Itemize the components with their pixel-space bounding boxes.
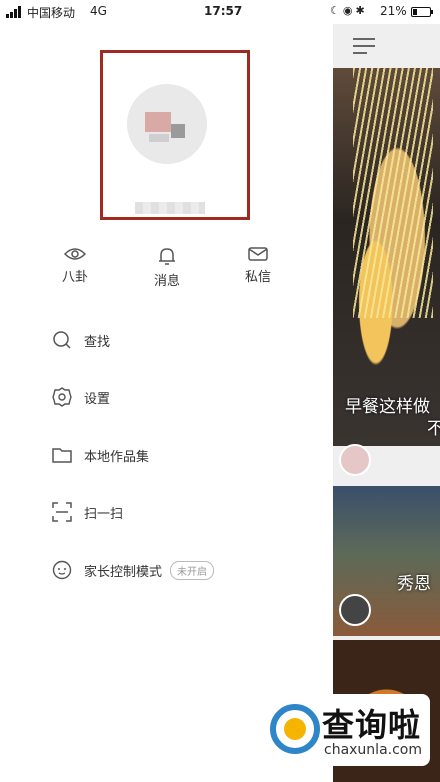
carrier-label: 中国移动 bbox=[27, 6, 76, 20]
menu-label-search: 查找 bbox=[84, 334, 111, 350]
scan-icon bbox=[52, 502, 72, 522]
battery-icon bbox=[411, 7, 433, 17]
side-drawer: 八卦 消息 私信 查找 设置 本地作品集 扫一扫 家长控制模式 未开启 bbox=[0, 24, 333, 782]
video-caption-2: 不 bbox=[427, 419, 440, 439]
mail-icon bbox=[248, 247, 268, 261]
direct-messages-button[interactable]: 私信 bbox=[228, 246, 288, 285]
messages-label: 消息 bbox=[153, 274, 180, 289]
hamburger-icon[interactable] bbox=[353, 38, 375, 59]
messages-button[interactable]: 消息 bbox=[137, 246, 197, 289]
menu-item-search[interactable]: 查找 bbox=[52, 327, 110, 353]
username-blurred bbox=[135, 202, 205, 214]
menu-label-parental-control: 家长控制模式 bbox=[84, 564, 163, 580]
menu-item-parental-control[interactable]: 家长控制模式 未开启 bbox=[52, 557, 215, 583]
video-thumbnail[interactable] bbox=[333, 68, 440, 446]
avatar[interactable] bbox=[339, 444, 371, 476]
battery-percent: 21% bbox=[380, 4, 407, 18]
watermark-title: 查询啦 bbox=[322, 706, 422, 744]
menu-label-scan: 扫一扫 bbox=[84, 506, 124, 522]
network-label: 4G bbox=[90, 4, 107, 18]
feed-preview[interactable]: 早餐这样做 不 秀恩 bbox=[333, 24, 440, 782]
clock: 17:57 bbox=[204, 4, 243, 18]
status-icons: ☾◉✱ bbox=[330, 4, 368, 17]
bell-icon bbox=[159, 248, 175, 265]
status-bar: 中国移动 4G 17:57 ☾◉✱ 21% bbox=[0, 0, 440, 24]
eye-icon bbox=[64, 248, 86, 260]
avatar[interactable] bbox=[127, 84, 207, 164]
signal-icon bbox=[6, 6, 24, 18]
search-icon bbox=[53, 331, 71, 349]
menu-item-local-works[interactable]: 本地作品集 bbox=[52, 442, 149, 468]
menu-label-settings: 设置 bbox=[84, 391, 111, 407]
watermark: 查询啦 chaxunla.com bbox=[262, 694, 430, 766]
gear-icon bbox=[52, 387, 72, 407]
menu-item-settings[interactable]: 设置 bbox=[52, 384, 110, 410]
child-face-icon bbox=[52, 560, 72, 580]
watermark-logo-icon bbox=[270, 704, 320, 754]
gossip-label: 八卦 bbox=[61, 270, 88, 285]
status-badge: 未开启 bbox=[170, 560, 215, 580]
watermark-url: chaxunla.com bbox=[324, 742, 422, 758]
video-caption: 秀恩 bbox=[397, 574, 431, 594]
avatar[interactable] bbox=[339, 594, 371, 626]
menu-item-scan[interactable]: 扫一扫 bbox=[52, 499, 123, 525]
folder-icon bbox=[52, 448, 72, 463]
menu-label-local-works: 本地作品集 bbox=[84, 449, 150, 465]
direct-messages-label: 私信 bbox=[244, 270, 271, 285]
video-caption: 早餐这样做 bbox=[345, 397, 430, 417]
gossip-button[interactable]: 八卦 bbox=[45, 246, 105, 285]
